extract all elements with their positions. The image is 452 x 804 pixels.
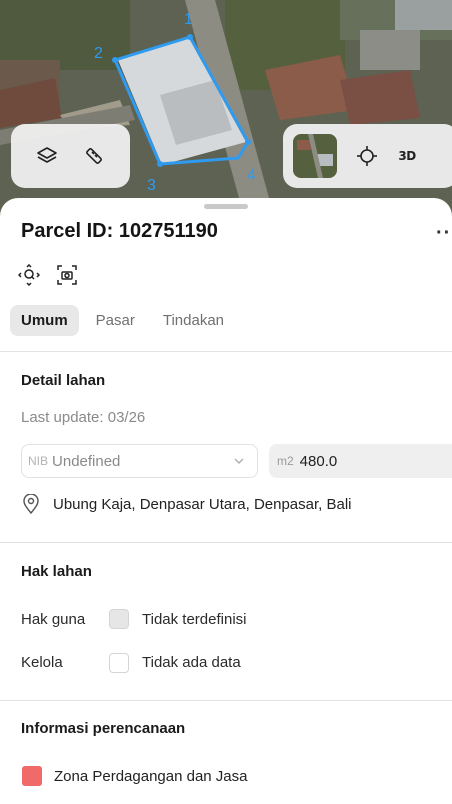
section-title-planning: Informasi perencanaan bbox=[21, 720, 186, 737]
3d-toggle-button[interactable]: 3D bbox=[387, 136, 427, 176]
map-view[interactable]: 1 2 3 4 3D bbox=[0, 0, 452, 220]
satellite-thumbnail[interactable] bbox=[293, 134, 337, 178]
rights-label-kelola: Kelola bbox=[21, 654, 63, 671]
tab-pasar[interactable]: Pasar bbox=[85, 305, 146, 336]
rights-label-hak-guna: Hak guna bbox=[21, 611, 86, 628]
nib-value: Undefined bbox=[52, 452, 121, 470]
rights-value-hak-guna: Tidak terdefinisi bbox=[142, 611, 247, 628]
screenshot-icon[interactable] bbox=[54, 262, 80, 288]
zone-row: Zona Perdagangan dan Jasa bbox=[22, 766, 247, 786]
vertex-label: 4 bbox=[247, 167, 256, 184]
nib-prefix: NIB bbox=[28, 454, 49, 468]
section-title-rights: Hak lahan bbox=[21, 563, 92, 580]
parcel-details-sheet: Parcel ID: 102751190 ··· Um bbox=[0, 198, 452, 804]
rights-value-kelola: Tidak ada data bbox=[142, 654, 241, 671]
kelola-checkbox[interactable] bbox=[109, 653, 129, 673]
hak-guna-checkbox[interactable] bbox=[109, 609, 129, 629]
location-pin-icon bbox=[23, 494, 39, 514]
area-field: m2 480.0 bbox=[269, 444, 452, 478]
zoom-to-parcel-icon[interactable] bbox=[16, 262, 42, 288]
3d-label: 3D bbox=[398, 149, 416, 163]
measure-icon[interactable] bbox=[74, 136, 114, 176]
tab-umum[interactable]: Umum bbox=[10, 305, 79, 336]
map-view-panel: 3D bbox=[283, 124, 452, 188]
tab-tindakan[interactable]: Tindakan bbox=[152, 305, 235, 336]
map-tools-panel bbox=[11, 124, 130, 188]
divider bbox=[0, 542, 452, 543]
vertex-label: 3 bbox=[147, 177, 156, 194]
tab-bar: Umum Pasar Tindakan bbox=[10, 305, 241, 336]
zone-label: Zona Perdagangan dan Jasa bbox=[54, 767, 248, 785]
section-title-detail: Detail lahan bbox=[21, 372, 106, 389]
chevron-down-icon bbox=[234, 458, 244, 465]
nib-select[interactable]: NIB Undefined bbox=[21, 444, 258, 478]
vertex-label: 1 bbox=[184, 11, 193, 28]
divider bbox=[0, 351, 452, 352]
zone-color-swatch bbox=[22, 766, 42, 786]
vertex-label: 2 bbox=[94, 45, 103, 62]
more-options-button[interactable]: ··· bbox=[436, 222, 452, 245]
divider bbox=[0, 700, 452, 701]
location-row: Ubung Kaja, Denpasar Utara, Denpasar, Ba… bbox=[22, 494, 352, 514]
area-unit: m2 bbox=[277, 454, 294, 468]
layers-icon[interactable] bbox=[27, 136, 67, 176]
sheet-drag-handle[interactable] bbox=[204, 204, 248, 209]
location-text: Ubung Kaja, Denpasar Utara, Denpasar, Ba… bbox=[53, 495, 352, 513]
page-title: Parcel ID: 102751190 bbox=[21, 220, 218, 242]
area-value: 480.0 bbox=[299, 452, 338, 470]
locate-icon[interactable] bbox=[347, 136, 387, 176]
last-update-text: Last update: 03/26 bbox=[21, 409, 146, 426]
